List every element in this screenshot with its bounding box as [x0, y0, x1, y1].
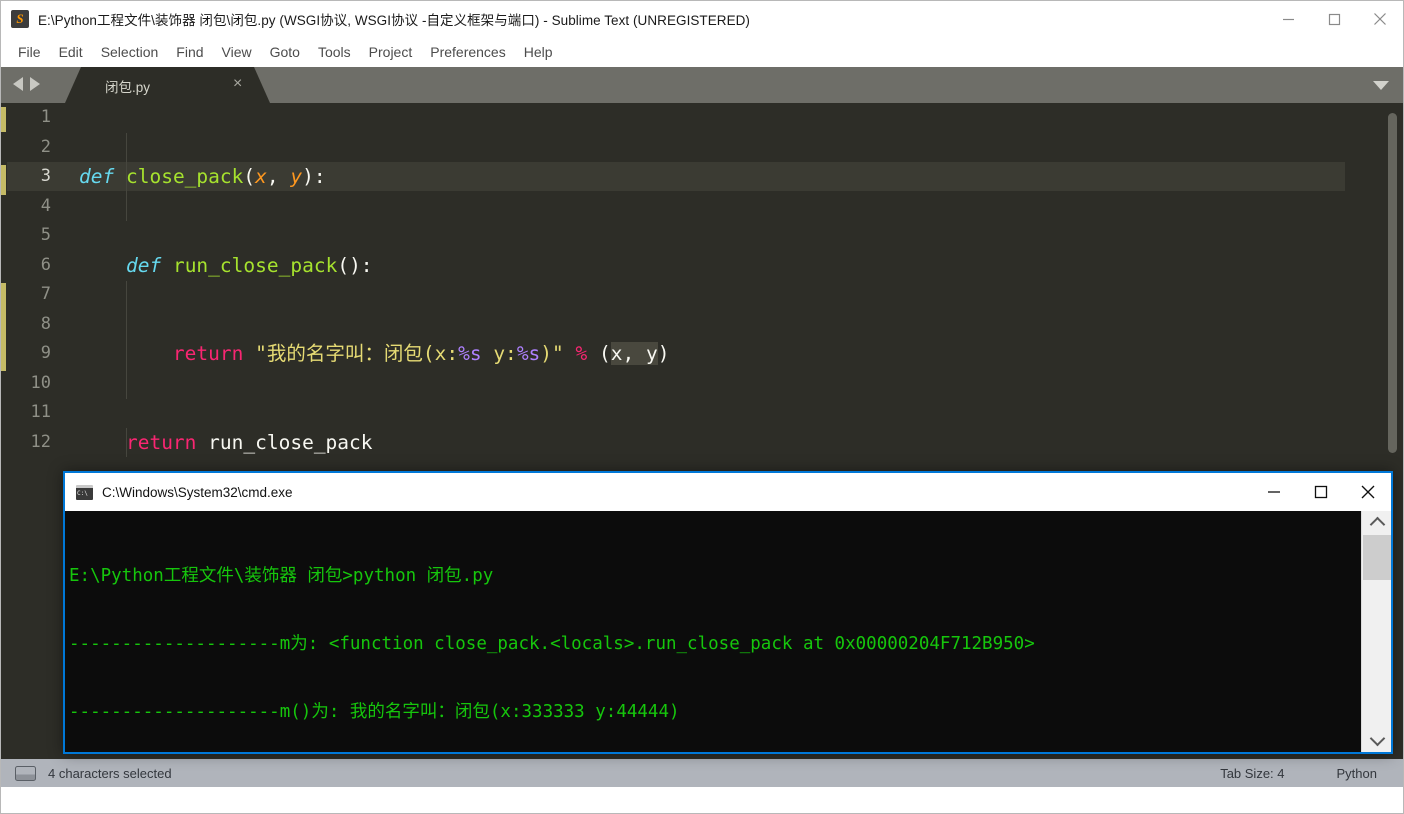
cmd-line: --------------------m为: <function close_…: [69, 633, 1035, 654]
code-line-3: return "我的名字叫：闭包(x:%s y:%s)" % (x, y): [172, 342, 670, 365]
menu-bar: File Edit Selection Find View Goto Tools…: [1, 37, 1403, 67]
menu-item-edit[interactable]: Edit: [50, 41, 92, 63]
line-number-gutter: 1 2 3 4 5 6 7 8 9 10 11 12: [7, 103, 59, 787]
status-bar-right: Tab Size: 4 Python: [1220, 759, 1403, 787]
menu-item-find[interactable]: Find: [167, 41, 212, 63]
cmd-maximize-button[interactable]: [1297, 473, 1344, 511]
window-controls: [1265, 1, 1403, 37]
tab-bibao-py[interactable]: 闭包.py ×: [65, 67, 270, 103]
cmd-window[interactable]: C:\Windows\System32\cmd.exe E:\Python工程文…: [63, 471, 1393, 754]
syntax-indicator[interactable]: Python: [1337, 766, 1377, 781]
maximize-button[interactable]: [1311, 1, 1357, 37]
line-number: 10: [30, 372, 51, 393]
code-line-2: def run_close_pack():: [125, 253, 373, 277]
line-number: 2: [40, 136, 51, 157]
cmd-window-controls: [1250, 473, 1391, 511]
line-number: 12: [30, 431, 51, 452]
chevron-up-icon[interactable]: [1362, 511, 1392, 535]
tab-bar: 闭包.py ×: [1, 67, 1403, 103]
menu-item-help[interactable]: Help: [515, 41, 562, 63]
tab-size-indicator[interactable]: Tab Size: 4: [1220, 766, 1284, 781]
sublime-text-icon: [11, 10, 29, 28]
line-number: 8: [40, 313, 51, 334]
cmd-icon: [76, 484, 93, 500]
cmd-output-text: E:\Python工程文件\装饰器 闭包>python 闭包.py ------…: [69, 519, 1035, 752]
fold-marker: [1, 107, 6, 132]
cmd-line: --------------------m()为: 我的名字叫：闭包(x:333…: [69, 702, 680, 723]
sublime-text-window: E:\Python工程文件\装饰器 闭包\闭包.py (WSGI协议, WSGI…: [0, 0, 1404, 814]
tab-label: 闭包.py: [105, 80, 151, 95]
menu-item-preferences[interactable]: Preferences: [421, 41, 514, 63]
close-button[interactable]: [1357, 1, 1403, 37]
line-number: 7: [40, 284, 51, 304]
chevron-down-icon[interactable]: [1362, 728, 1392, 752]
cmd-close-button[interactable]: [1344, 473, 1391, 511]
menu-item-file[interactable]: File: [9, 41, 50, 63]
cmd-window-title: C:\Windows\System32\cmd.exe: [102, 484, 293, 500]
line-number: 11: [30, 402, 51, 422]
fold-marker: [1, 283, 6, 371]
menu-item-project[interactable]: Project: [360, 41, 422, 63]
menu-item-selection[interactable]: Selection: [92, 41, 168, 63]
cmd-minimize-button[interactable]: [1250, 473, 1297, 511]
cmd-console-output[interactable]: E:\Python工程文件\装饰器 闭包>python 闭包.py ------…: [65, 511, 1391, 752]
code-line-1: def close_pack(x, y):: [79, 165, 326, 188]
keyboard-layout-icon: [15, 765, 36, 781]
tab-close-icon[interactable]: ×: [233, 75, 242, 93]
code-line-4: return run_close_pack: [125, 430, 373, 454]
line-number: 1: [40, 107, 51, 127]
cmd-scrollbar-thumb[interactable]: [1363, 535, 1391, 580]
line-number: 9: [40, 343, 51, 363]
cmd-title-bar: C:\Windows\System32\cmd.exe: [65, 473, 1391, 511]
title-bar: E:\Python工程文件\装饰器 闭包\闭包.py (WSGI协议, WSGI…: [1, 1, 1403, 37]
cmd-line: E:\Python工程文件\装饰器 闭包>python 闭包.py: [69, 565, 494, 586]
cmd-scrollbar[interactable]: [1361, 511, 1391, 752]
fold-marker: [1, 165, 6, 195]
menu-item-tools[interactable]: Tools: [309, 41, 360, 63]
status-bar: 4 characters selected Tab Size: 4 Python: [1, 759, 1403, 787]
menu-item-goto[interactable]: Goto: [261, 41, 309, 63]
minimize-button[interactable]: [1265, 1, 1311, 37]
chevron-down-icon[interactable]: [1373, 81, 1389, 90]
arrow-right-icon[interactable]: [30, 77, 40, 91]
watermark: https://blog.csdn.net/weixin_44449518: [1125, 785, 1404, 804]
arrow-left-icon[interactable]: [13, 77, 23, 91]
line-number: 6: [40, 254, 51, 275]
status-message: 4 characters selected: [48, 765, 172, 781]
tab-navigation: [13, 77, 40, 91]
line-number: 4: [40, 195, 51, 216]
window-title: E:\Python工程文件\装饰器 闭包\闭包.py (WSGI协议, WSGI…: [38, 13, 750, 28]
line-number: 3: [40, 166, 51, 186]
line-number: 5: [40, 225, 51, 245]
menu-item-view[interactable]: View: [213, 41, 261, 63]
editor-scrollbar-thumb[interactable]: [1388, 113, 1397, 453]
